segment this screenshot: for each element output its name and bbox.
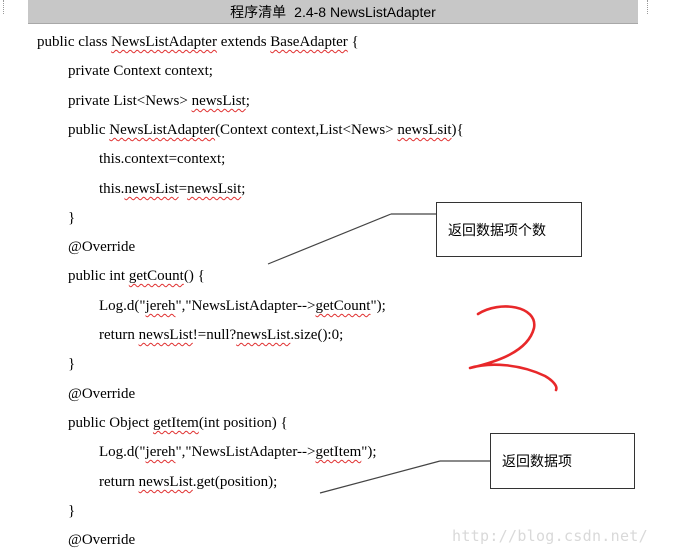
callout-returns-item: 返回数据项 [490, 433, 635, 489]
handwritten-number-two [468, 305, 558, 392]
callout-returns-count-text: 返回数据项个数 [448, 222, 546, 239]
watermark: http://blog.csdn.net/ [452, 527, 648, 545]
callout-leader-count [267, 213, 392, 265]
callout-returns-item-text: 返回数据项 [502, 454, 572, 470]
callout-leader-item [319, 460, 441, 494]
callout-returns-count: 返回数据项个数 [436, 202, 582, 257]
